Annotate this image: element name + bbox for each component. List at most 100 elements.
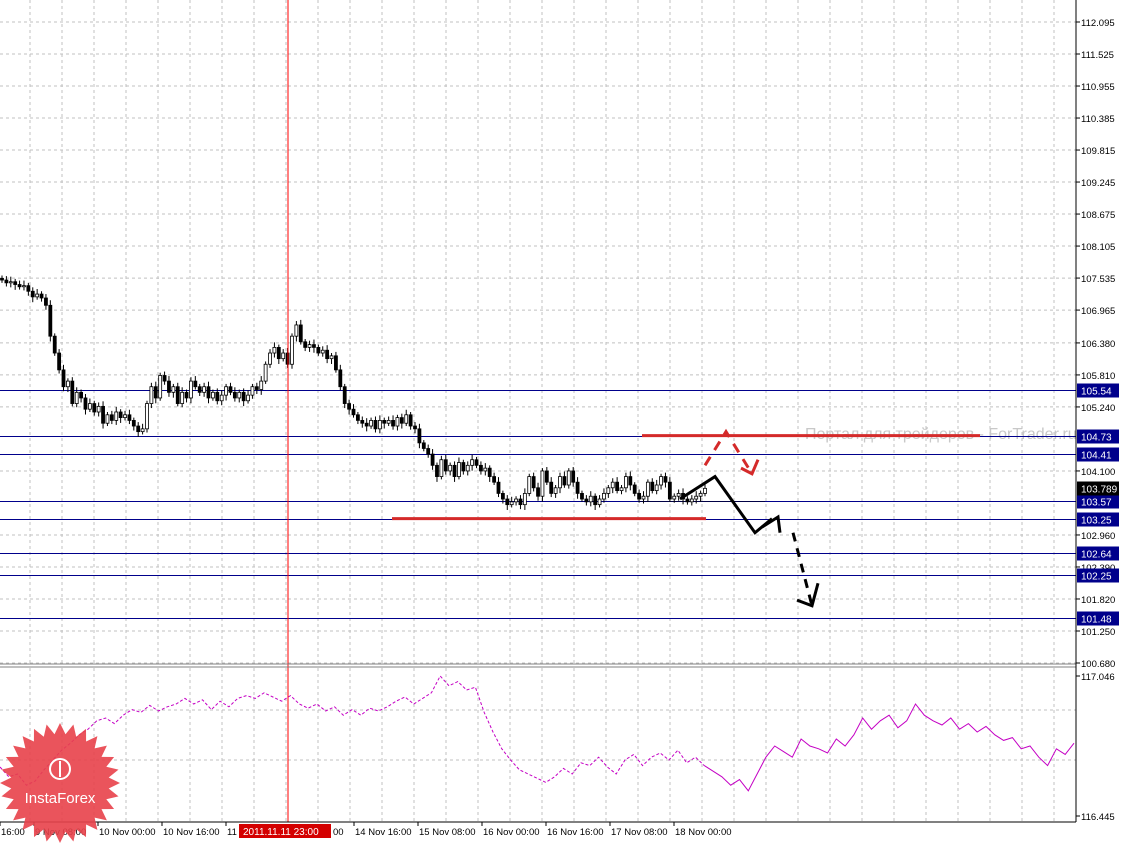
candle-body bbox=[312, 344, 316, 348]
price-tick-label: 112.095 bbox=[1081, 18, 1115, 29]
candle-body bbox=[197, 386, 202, 393]
candle-body bbox=[540, 470, 545, 497]
forecast-dashed-path bbox=[791, 532, 814, 607]
candle-body bbox=[399, 417, 404, 424]
candle-body bbox=[496, 481, 501, 494]
level-label: 105.54 bbox=[1081, 387, 1112, 398]
candle-body bbox=[206, 386, 211, 399]
candle-body bbox=[514, 498, 518, 503]
candle-body bbox=[443, 459, 448, 472]
candle-body bbox=[659, 476, 663, 486]
candle-body bbox=[13, 281, 18, 285]
candle-body bbox=[307, 344, 312, 348]
candle-body bbox=[114, 411, 119, 421]
time-tick-label: 14 Nov 16:00 bbox=[355, 827, 412, 838]
time-tick-label: 15 Nov 08:00 bbox=[419, 827, 476, 838]
level-label: 102.25 bbox=[1081, 572, 1112, 583]
candle-body bbox=[632, 484, 637, 494]
candle-body bbox=[109, 414, 114, 421]
candle-body bbox=[44, 297, 48, 306]
time-tick-label: 10 Nov 16:00 bbox=[163, 827, 220, 838]
candle-body bbox=[382, 420, 387, 424]
indicator-tick-label: 117.046 bbox=[1081, 672, 1115, 683]
candlestick-series bbox=[0, 275, 707, 510]
candle-body bbox=[215, 391, 220, 402]
candle-body bbox=[276, 347, 281, 360]
candle-body bbox=[369, 420, 373, 427]
candle-body bbox=[426, 448, 431, 455]
candle-body bbox=[329, 355, 334, 360]
candle-body bbox=[79, 391, 83, 399]
candle-body bbox=[136, 425, 141, 433]
candle-body bbox=[386, 420, 391, 424]
candle-body bbox=[571, 470, 576, 483]
candle-body bbox=[105, 414, 110, 424]
candle-body bbox=[241, 391, 246, 402]
candle-body bbox=[694, 495, 699, 500]
candle-body bbox=[355, 414, 360, 421]
price-tick-label: 109.245 bbox=[1081, 178, 1115, 189]
candle-body bbox=[364, 422, 369, 427]
forecast-solid-path bbox=[679, 474, 773, 535]
candle-body bbox=[448, 464, 453, 472]
candle-body bbox=[698, 493, 703, 497]
logo-text: InstaForex bbox=[25, 790, 96, 807]
candle-body bbox=[272, 347, 277, 354]
time-tick-label: 16 Nov 00:00 bbox=[483, 827, 540, 838]
candle-body bbox=[615, 481, 620, 492]
candle-body bbox=[461, 462, 466, 472]
level-labels: 105.54 104.73 104.41 103.57 103.25 102.64 102.… bbox=[1077, 383, 1119, 626]
candle-body bbox=[17, 284, 22, 288]
price-tick-label: 105.810 bbox=[1081, 371, 1115, 382]
candle-body bbox=[254, 386, 259, 390]
candle-body bbox=[83, 397, 88, 410]
time-tick-label: 00 bbox=[333, 827, 344, 838]
candle-body bbox=[87, 403, 92, 410]
candle-body bbox=[483, 467, 488, 472]
candle-body bbox=[435, 464, 439, 477]
candle-body bbox=[505, 498, 510, 506]
candle-body bbox=[290, 335, 294, 365]
candle-body bbox=[588, 495, 593, 503]
candle-body bbox=[553, 487, 558, 494]
candle-body bbox=[184, 391, 189, 399]
candle-body bbox=[663, 476, 668, 483]
candle-body bbox=[580, 493, 584, 500]
price-tick-label: 109.815 bbox=[1081, 146, 1115, 157]
candle-body bbox=[597, 498, 602, 506]
candle-body bbox=[149, 386, 154, 404]
price-chart[interactable]: Портал для трейдеров - ForTrader.ru 112.… bbox=[0, 0, 1123, 844]
candle-body bbox=[624, 476, 628, 489]
candle-body bbox=[628, 476, 633, 486]
time-axis: 16:009 Nov 08:0010 Nov 00:0010 Nov 16:00… bbox=[0, 822, 732, 838]
candle-body bbox=[140, 428, 145, 433]
candle-body bbox=[549, 481, 554, 494]
level-label: 104.41 bbox=[1081, 451, 1112, 462]
candle-body bbox=[430, 453, 435, 466]
price-tick-label: 100.680 bbox=[1081, 659, 1115, 670]
candle-body bbox=[465, 464, 470, 472]
price-tick-label: 110.955 bbox=[1081, 82, 1115, 93]
candle-body bbox=[228, 386, 233, 393]
candle-body bbox=[584, 498, 589, 503]
candle-body bbox=[224, 386, 228, 396]
candle-body bbox=[452, 464, 457, 477]
candle-body bbox=[193, 380, 198, 388]
candle-body bbox=[281, 352, 286, 360]
price-tick-label: 101.250 bbox=[1081, 627, 1115, 638]
price-tick-label: 108.105 bbox=[1081, 242, 1115, 253]
candle-body bbox=[189, 380, 193, 399]
candle-body bbox=[8, 281, 13, 284]
candle-body bbox=[531, 476, 536, 489]
price-tick-label: 101.820 bbox=[1081, 595, 1115, 606]
candle-body bbox=[96, 405, 101, 413]
candle-body bbox=[303, 341, 308, 348]
level-label: 102.64 bbox=[1081, 550, 1112, 561]
candle-body bbox=[619, 487, 624, 492]
candle-body bbox=[439, 459, 444, 477]
logo-badge bbox=[0, 723, 120, 843]
candle-body bbox=[492, 476, 497, 483]
candle-body bbox=[522, 493, 527, 506]
candle-body bbox=[404, 414, 409, 424]
candle-body bbox=[145, 403, 149, 430]
